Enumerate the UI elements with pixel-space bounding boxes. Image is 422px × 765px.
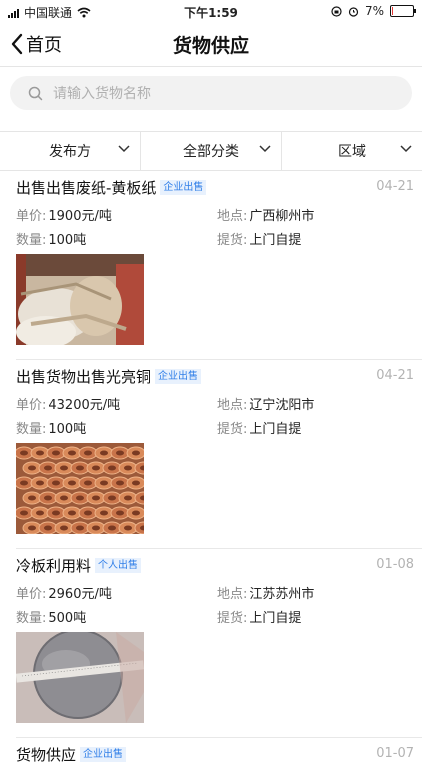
quantity-value: 100吨 (48, 422, 87, 437)
seller-type-badge: 企业出售 (160, 180, 207, 195)
location-label: 地点: (217, 398, 248, 413)
pickup-row: 提货: 上门自提 (217, 418, 301, 437)
page-title: 货物供应 (172, 35, 249, 57)
status-bar: 中国联通 下午1:59 7% (0, 0, 422, 22)
filter-label: 发布方 (49, 144, 91, 160)
listing-title-row: 货物供应 企业出售 (16, 744, 127, 765)
listing-date: 04-21 (376, 179, 414, 194)
price-value: 2960元/吨 (48, 587, 112, 602)
pickup-value: 上门自提 (249, 422, 302, 437)
listing-title-row: 冷板利用料 个人出售 (16, 555, 142, 576)
filter-region[interactable]: 区域 (281, 132, 422, 170)
seller-type-badge: 个人出售 (95, 558, 142, 573)
location-row: 地点: 辽宁沈阳市 (217, 394, 314, 413)
pickup-label: 提货: (217, 233, 248, 248)
seller-type-badge: 企业出售 (155, 369, 202, 384)
pickup-value: 上门自提 (249, 233, 302, 248)
quantity-row: 数量: 100吨 (16, 229, 86, 248)
quantity-value: 500吨 (48, 611, 87, 626)
paper-bales-image[interactable] (16, 254, 144, 345)
listing-title: 出售出售废纸-黄板纸 (16, 179, 157, 197)
copper-coils-image[interactable] (16, 443, 144, 534)
listing-date: 01-07 (376, 746, 414, 761)
chevron-down-icon (118, 145, 130, 153)
divider (16, 548, 422, 549)
price-value: 43200元/吨 (48, 398, 121, 413)
listing-title: 冷板利用料 (16, 557, 92, 575)
price-row: 单价: 2960元/吨 (16, 583, 112, 602)
listing-item[interactable]: 出售出售废纸-黄板纸 企业出售 04-21 单价: 1900元/吨 地点: 广西柳州… (0, 177, 422, 360)
search-placeholder: 请输入货物名称 (53, 86, 151, 102)
price-label: 单价: (16, 209, 47, 224)
quantity-label: 数量: (16, 422, 47, 437)
listing-item[interactable]: 出售货物出售光亮铜 企业出售 04-21 单价: 43200元/吨 地点: 辽宁沈阳… (0, 366, 422, 549)
nav-bar: 首页 货物供应 (0, 22, 422, 67)
battery-icon (390, 5, 416, 17)
pickup-value: 上门自提 (249, 611, 302, 626)
filter-label: 区域 (338, 144, 366, 160)
pickup-label: 提货: (217, 422, 248, 437)
seller-type-badge: 企业出售 (80, 747, 127, 762)
price-row: 单价: 43200元/吨 (16, 394, 120, 413)
chevron-down-icon (259, 145, 271, 153)
search-icon (28, 86, 43, 101)
quantity-row: 数量: 500吨 (16, 607, 86, 626)
steel-disc-image[interactable] (16, 632, 144, 723)
filter-bar: 发布方 全部分类 区域 (0, 131, 422, 171)
search-input[interactable]: 请输入货物名称 (10, 76, 412, 110)
price-value: 1900元/吨 (48, 209, 112, 224)
pickup-row: 提货: 上门自提 (217, 607, 301, 626)
chevron-down-icon (400, 145, 412, 153)
price-label: 单价: (16, 398, 47, 413)
quantity-label: 数量: (16, 233, 47, 248)
location-row: 地点: 广西柳州市 (217, 205, 314, 224)
alarm-icon (348, 6, 359, 17)
divider (16, 737, 422, 738)
location-row: 地点: 江苏苏州市 (217, 583, 314, 602)
location-value: 广西柳州市 (249, 209, 315, 224)
filter-category[interactable]: 全部分类 (140, 132, 281, 170)
location-value: 江苏苏州市 (249, 587, 315, 602)
listing-item[interactable]: 冷板利用料 个人出售 01-08 单价: 2960元/吨 地点: 江苏苏州市 数量:… (0, 555, 422, 738)
location-value: 辽宁沈阳市 (249, 398, 315, 413)
location-label: 地点: (217, 587, 248, 602)
listing-title: 货物供应 (16, 746, 77, 764)
filter-publisher[interactable]: 发布方 (0, 132, 140, 170)
pickup-label: 提货: (217, 611, 248, 626)
status-right: 7% (331, 4, 416, 18)
listing-title-row: 出售货物出售光亮铜 企业出售 (16, 366, 202, 387)
quantity-row: 数量: 100吨 (16, 418, 86, 437)
quantity-value: 100吨 (48, 233, 87, 248)
price-label: 单价: (16, 587, 47, 602)
location-label: 地点: (217, 209, 248, 224)
listing-title: 出售货物出售光亮铜 (16, 368, 152, 386)
divider (16, 359, 422, 360)
price-row: 单价: 1900元/吨 (16, 205, 112, 224)
filter-label: 全部分类 (183, 144, 239, 160)
battery-percent: 7% (364, 4, 384, 18)
listing-item[interactable]: 货物供应 企业出售 01-07 (0, 744, 422, 764)
pickup-row: 提货: 上门自提 (217, 229, 301, 248)
quantity-label: 数量: (16, 611, 47, 626)
lock-rotation-icon (331, 5, 342, 17)
listing-date: 01-08 (376, 557, 414, 572)
listing-title-row: 出售出售废纸-黄板纸 企业出售 (16, 177, 207, 198)
listing-date: 04-21 (376, 368, 414, 383)
